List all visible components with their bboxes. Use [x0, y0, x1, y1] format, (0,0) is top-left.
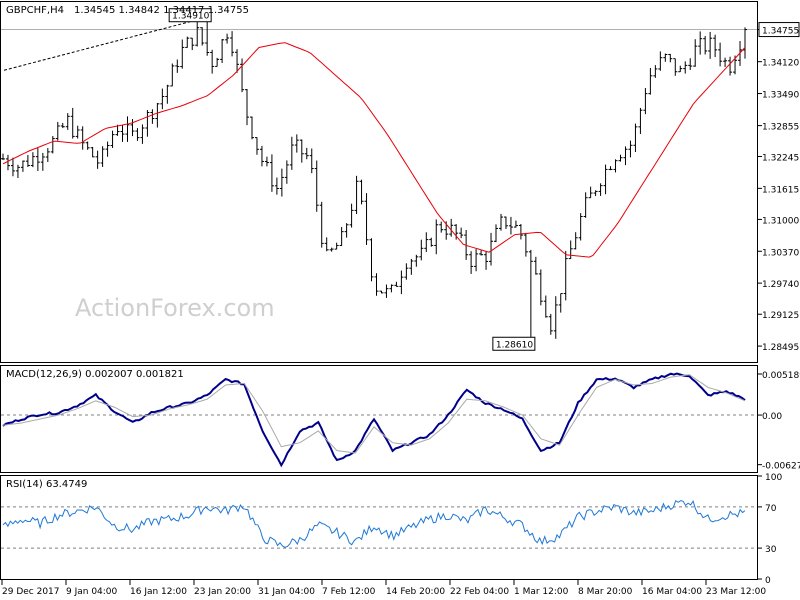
rsi-tick-label: 30	[765, 545, 777, 555]
price-tick-label: 1.33490	[762, 91, 799, 101]
symbol-label: GBPCHF,H4	[6, 5, 64, 16]
watermark: ActionForex.com	[75, 294, 275, 322]
macd-tick-label: 0.00	[762, 412, 782, 422]
time-tick-label: 16 Mar 04:00	[642, 587, 702, 597]
time-tick-label: 9 Jan 04:00	[66, 587, 118, 597]
price-tick-label: 1.31000	[762, 216, 799, 226]
chart-root: ActionForex.com 1.349101.28610 0.0051890…	[0, 1, 800, 597]
time-tick-label: 16 Jan 12:00	[130, 587, 187, 597]
price-tick-label: 1.32245	[762, 153, 799, 163]
price-tick-label: 1.31615	[762, 185, 799, 195]
ohlc-label: 1.34545 1.34842 1.34417 1.34755	[74, 5, 249, 16]
time-tick-label: 8 Mar 20:00	[578, 587, 633, 597]
price-tick-label: 1.30370	[762, 248, 799, 258]
rsi-tick-label: 100	[765, 473, 782, 483]
time-tick-label: 23 Mar 12:00	[706, 587, 766, 597]
time-tick-label: 23 Jan 20:00	[194, 587, 251, 597]
price-tick-label: 1.34120	[762, 59, 799, 69]
time-tick-label: 1 Mar 12:00	[514, 587, 569, 597]
low-annotation-label: 1.28610	[496, 340, 533, 350]
time-tick-label: 31 Jan 04:00	[258, 587, 315, 597]
rsi-tick-label: 0	[765, 576, 771, 586]
price-tick-label: 1.32855	[762, 123, 799, 133]
macd-tick-label: -0.006272	[762, 462, 800, 472]
time-tick-label: 29 Dec 2017	[2, 587, 60, 597]
time-tick-label: 22 Feb 04:00	[450, 587, 509, 597]
rsi-tick-label: 70	[765, 504, 777, 514]
price-tick-label: 1.29125	[762, 311, 799, 321]
price-tick-label: 1.28495	[762, 343, 799, 353]
macd-title: MACD(12,26,9) 0.002007 0.001821	[6, 369, 184, 380]
price-tick-label: 1.29740	[762, 280, 799, 290]
macd-tick-label: 0.005189	[762, 371, 800, 381]
rsi-title: RSI(14) 63.4749	[6, 479, 87, 490]
time-tick-label: 7 Feb 12:00	[322, 587, 376, 597]
time-tick-label: 14 Feb 20:00	[386, 587, 445, 597]
price-tick-label: 1.34755	[762, 27, 799, 37]
